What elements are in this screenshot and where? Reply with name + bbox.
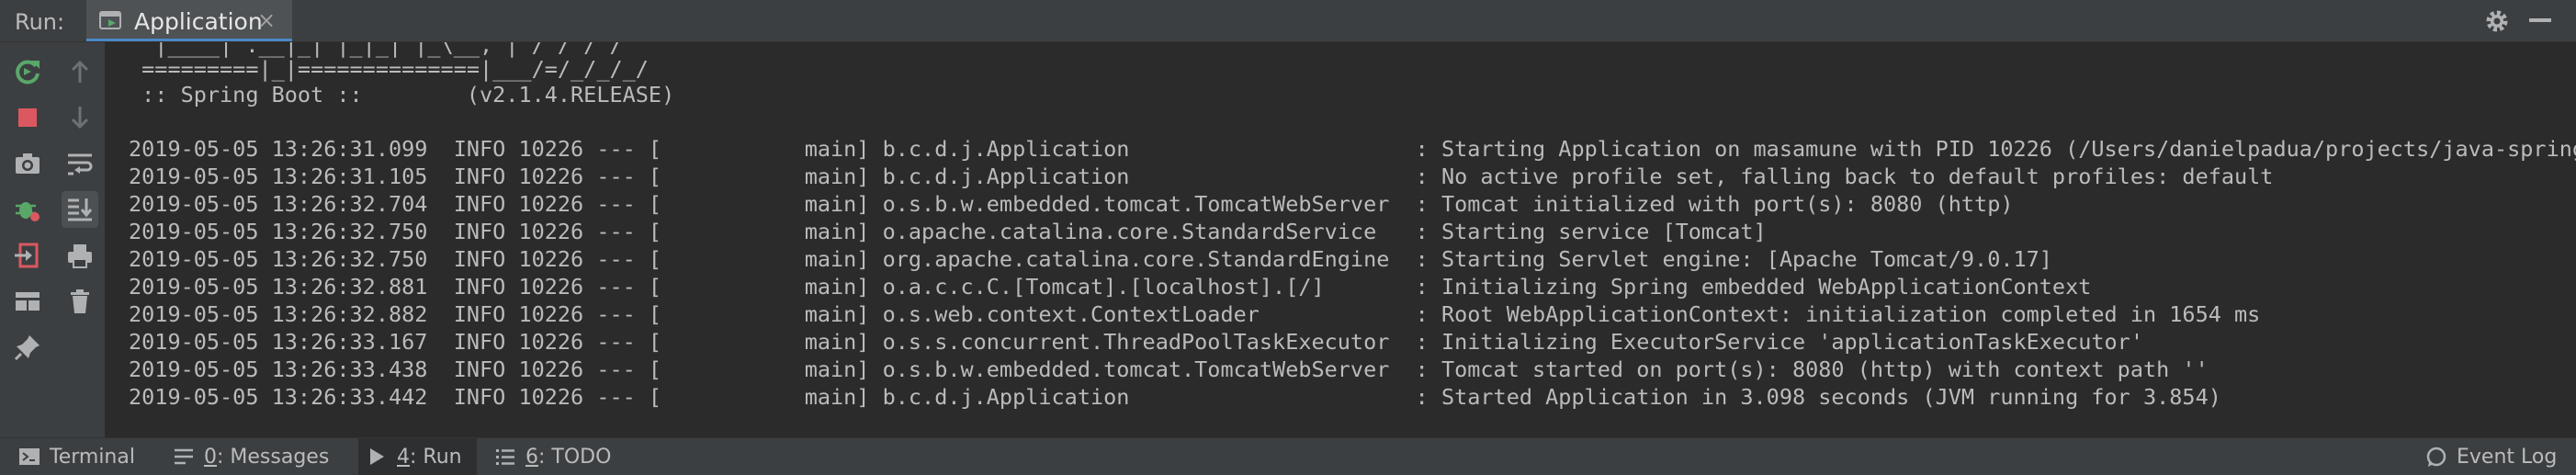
arrow-down-icon[interactable]	[62, 99, 98, 136]
messages-icon	[175, 448, 193, 465]
event-log-label: Event Log	[2457, 445, 2558, 469]
layout-icon[interactable]	[9, 283, 46, 320]
messages-shortcut: 0	[204, 445, 217, 469]
debug-icon[interactable]	[9, 191, 46, 228]
print-icon[interactable]	[62, 237, 98, 274]
tool-window-bar: Terminal 0: Messages 4: Run 6: TODO Even…	[0, 437, 2576, 475]
scroll-to-end-icon[interactable]	[62, 191, 98, 228]
run-tool-window-header: Run: Application ×	[0, 0, 2576, 42]
stop-icon[interactable]	[9, 99, 46, 136]
todo-icon	[496, 449, 514, 465]
close-icon[interactable]: ×	[257, 7, 276, 33]
pin-icon[interactable]	[9, 329, 46, 366]
console-output[interactable]: |____| .__|_| |_|_| |_\__, | / / / / ===…	[105, 42, 2576, 437]
messages-label: : Messages	[217, 445, 330, 469]
console-line: 2019-05-05 13:26:33.438 INFO 10226 --- […	[129, 356, 2209, 382]
todo-button[interactable]: 6: TODO	[494, 438, 611, 475]
terminal-icon	[19, 448, 40, 465]
console-line: 2019-05-05 13:26:32.881 INFO 10226 --- […	[129, 274, 2092, 300]
console-line: 2019-05-05 13:26:32.750 INFO 10226 --- […	[129, 246, 2052, 272]
console-line: 2019-05-05 13:26:31.099 INFO 10226 --- […	[129, 136, 2576, 162]
rerun-icon[interactable]	[9, 53, 46, 90]
soft-wrap-icon[interactable]	[62, 145, 98, 182]
terminal-label: Terminal	[50, 445, 135, 469]
run-label: : Run	[410, 445, 462, 469]
console-line: =========|_|==============|___/=/_/_/_/	[129, 56, 649, 82]
event-log-button[interactable]: Event Log	[2425, 438, 2557, 475]
console-line: 2019-05-05 13:26:31.105 INFO 10226 --- […	[129, 164, 2274, 189]
console-line: 2019-05-05 13:26:33.167 INFO 10226 --- […	[129, 329, 2143, 355]
run-toolbar	[0, 42, 56, 437]
terminal-button[interactable]: Terminal	[18, 438, 135, 475]
arrow-up-icon[interactable]	[62, 53, 98, 90]
console-line: 2019-05-05 13:26:32.882 INFO 10226 --- […	[129, 301, 2261, 327]
run-button[interactable]: 4: Run	[358, 438, 477, 475]
tab-application[interactable]: Application ×	[86, 0, 292, 41]
camera-icon[interactable]	[9, 145, 46, 182]
application-config-icon	[99, 9, 123, 31]
event-log-icon	[2426, 447, 2446, 467]
todo-label: : TODO	[538, 445, 612, 469]
minimize-icon[interactable]	[2529, 18, 2551, 22]
console-line: :: Spring Boot :: (v2.1.4.RELEASE)	[129, 82, 675, 107]
run-label: Run:	[15, 9, 65, 35]
console-line: 2019-05-05 13:26:33.442 INFO 10226 --- […	[129, 384, 2221, 410]
messages-button[interactable]: 0: Messages	[173, 438, 329, 475]
exit-icon[interactable]	[9, 237, 46, 274]
console-line: 2019-05-05 13:26:32.704 INFO 10226 --- […	[129, 191, 2014, 217]
console-toolbar	[55, 42, 105, 437]
tab-title: Application	[134, 8, 263, 35]
run-shortcut: 4	[397, 445, 410, 469]
todo-shortcut: 6	[525, 445, 538, 469]
run-icon	[370, 448, 384, 465]
trash-icon[interactable]	[62, 283, 98, 320]
gear-icon[interactable]	[2483, 7, 2511, 35]
console-line: 2019-05-05 13:26:32.750 INFO 10226 --- […	[129, 219, 1767, 244]
